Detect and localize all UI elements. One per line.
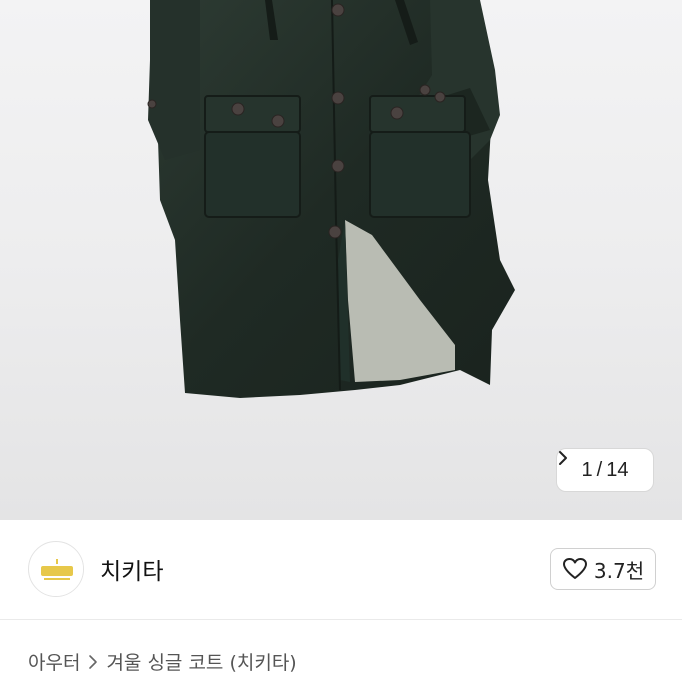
counter-separator: /	[596, 458, 603, 481]
heart-outline-icon	[562, 558, 587, 579]
shop-logo	[30, 543, 83, 596]
shop-avatar[interactable]	[28, 541, 84, 597]
shop-name[interactable]: 치키타	[100, 552, 163, 586]
breadcrumb-category[interactable]: 아우터	[28, 648, 80, 675]
current-image-index: 1	[581, 458, 593, 481]
breadcrumb: 아우터 겨울 싱글 코트 (치키타)	[28, 648, 297, 675]
product-image[interactable]: 1 / 14	[0, 0, 682, 520]
chevron-right-icon[interactable]	[557, 449, 569, 467]
chevron-right-icon	[89, 654, 98, 669]
image-counter[interactable]: 1 / 14	[556, 448, 654, 492]
image-counter-text: 1 / 14	[582, 459, 629, 482]
product-title: 겨울 싱글 코트 (치키타)	[106, 652, 297, 674]
product-page: 1 / 14 치키타 3.7천 아우터 겨울 싱글 코트 (치키타)	[0, 0, 682, 682]
coat-illustration	[147, 0, 515, 398]
total-images: 14	[606, 458, 629, 481]
like-count: 3.7천	[593, 558, 645, 583]
like-button[interactable]: 3.7천	[550, 548, 656, 590]
